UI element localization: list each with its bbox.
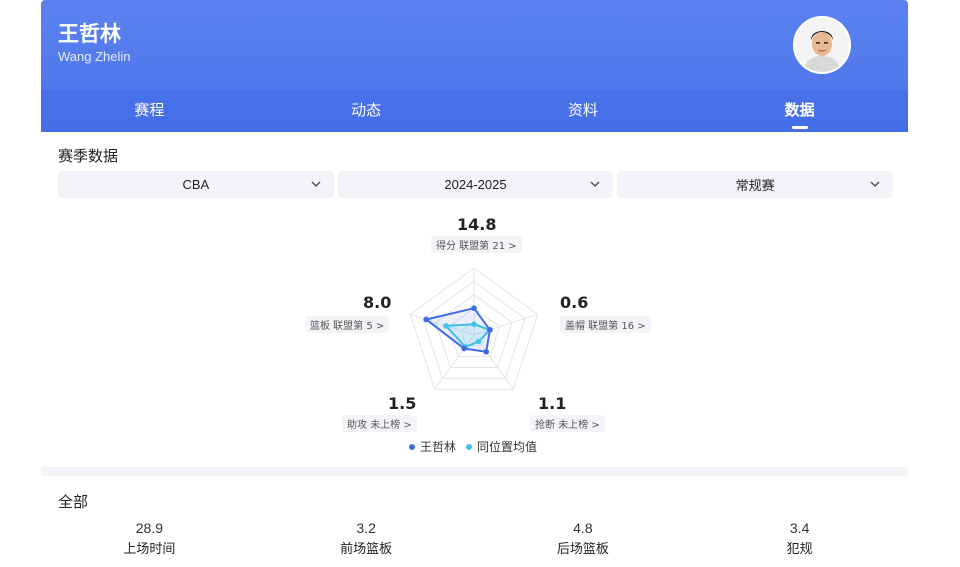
legend-player-dot <box>409 443 415 450</box>
totals-title: 全部 <box>58 493 89 511</box>
chevron-down-icon <box>311 181 321 188</box>
total-fouls: 3.4 犯规 <box>786 520 813 557</box>
total-minutes: 28.9 上场时间 <box>123 520 176 557</box>
legend-average: 同位置均值 <box>466 438 537 455</box>
season-select[interactable]: 2024-2025 <box>337 171 614 198</box>
assists-value: 1.5 <box>388 394 417 413</box>
season-stats-title: 赛季数据 <box>58 147 119 165</box>
section-divider <box>41 467 908 476</box>
player-page: 王哲林 Wang Zhelin 赛程 动态 资料 数据 赛季数据 CBA 202… <box>41 0 908 567</box>
legend-player: 王哲林 <box>409 438 456 455</box>
chevron-down-icon <box>870 181 880 188</box>
player-point-assists <box>461 345 467 352</box>
tab-bar: 赛程 动态 资料 数据 <box>41 90 908 132</box>
season-filters: CBA 2024-2025 常规赛 <box>58 171 894 198</box>
avg-point-steals <box>475 338 482 345</box>
player-avatar-icon <box>795 18 849 72</box>
player-name: 王哲林 <box>58 22 121 46</box>
game-type-select[interactable]: 常规赛 <box>617 171 894 198</box>
avatar[interactable] <box>793 16 851 74</box>
points-rank[interactable]: 得分 联盟第 21 > <box>431 236 522 253</box>
assists-rank[interactable]: 助攻 未上榜 > <box>342 415 417 432</box>
blocks-rank[interactable]: 盖帽 联盟第 16 > <box>560 316 651 333</box>
radar-chart: 14.8 得分 联盟第 21 > 0.6 盖帽 联盟第 16 > 1.1 抢断 … <box>41 205 908 460</box>
legend-average-dot <box>466 443 473 450</box>
steals-value: 1.1 <box>538 394 567 413</box>
steals-rank[interactable]: 抢断 未上榜 > <box>530 415 605 432</box>
league-select[interactable]: CBA <box>58 171 334 198</box>
player-point-blocks <box>487 327 493 333</box>
player-name-en: Wang Zhelin <box>58 49 131 64</box>
totals-row: 28.9 上场时间 3.2 前场篮板 4.8 后场篮板 3.4 犯规 <box>41 520 908 557</box>
rebounds-value: 8.0 <box>363 293 392 312</box>
avg-point-rebounds <box>443 323 449 329</box>
tab-news[interactable]: 动态 <box>258 90 475 132</box>
active-tab-indicator <box>791 126 808 129</box>
avg-point-points <box>471 321 477 328</box>
tab-stats[interactable]: 数据 <box>691 90 908 132</box>
tab-profile[interactable]: 资料 <box>475 90 692 132</box>
player-header: 王哲林 Wang Zhelin 赛程 动态 资料 数据 <box>41 0 908 132</box>
points-value: 14.8 <box>457 215 497 234</box>
total-offensive-rebounds: 3.2 前场篮板 <box>340 520 393 557</box>
player-point-rebounds <box>423 316 430 323</box>
tab-schedule[interactable]: 赛程 <box>41 90 258 132</box>
player-polygon <box>423 307 491 353</box>
radar-legend: 王哲林 同位置均值 <box>409 438 537 455</box>
rebounds-rank[interactable]: 篮板 联盟第 5 > <box>305 316 390 333</box>
player-point-points <box>471 305 477 311</box>
blocks-value: 0.6 <box>560 293 589 312</box>
player-point-steals <box>483 349 490 355</box>
total-defensive-rebounds: 4.8 后场篮板 <box>556 520 609 557</box>
chevron-down-icon <box>590 181 600 188</box>
